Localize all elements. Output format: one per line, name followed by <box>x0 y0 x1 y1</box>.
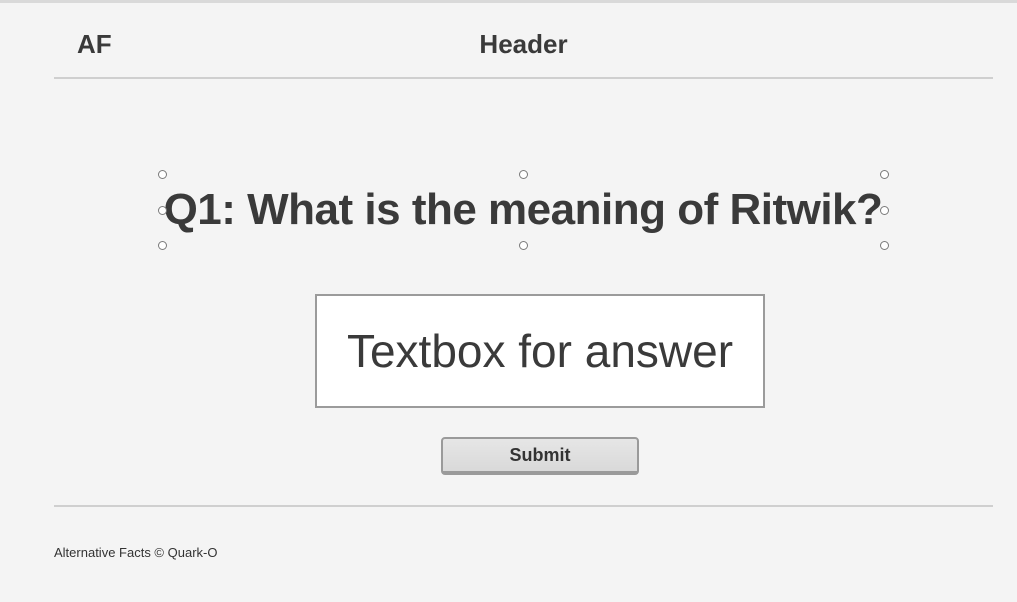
footer-copyright: Alternative Facts © Quark-O <box>54 545 218 560</box>
submit-button[interactable]: Submit <box>441 437 639 475</box>
resize-handle-bottom-left[interactable] <box>157 240 167 250</box>
header-divider <box>54 77 993 79</box>
resize-handle-middle-left[interactable] <box>157 205 167 215</box>
resize-handle-bottom-center[interactable] <box>518 240 528 250</box>
header-title: Header <box>479 29 568 59</box>
resize-handle-bottom-right[interactable] <box>879 240 889 250</box>
question-selection[interactable]: Q1: What is the meaning of Ritwik? <box>157 169 889 250</box>
resize-handle-middle-right[interactable] <box>879 205 889 215</box>
resize-handle-top-center[interactable] <box>518 169 528 179</box>
footer-divider <box>54 505 993 507</box>
answer-input[interactable] <box>315 294 765 408</box>
question-text: Q1: What is the meaning of Ritwik? <box>163 185 883 234</box>
window-top-edge <box>0 0 1017 3</box>
resize-handle-top-right[interactable] <box>879 169 889 179</box>
resize-handle-top-left[interactable] <box>157 169 167 179</box>
